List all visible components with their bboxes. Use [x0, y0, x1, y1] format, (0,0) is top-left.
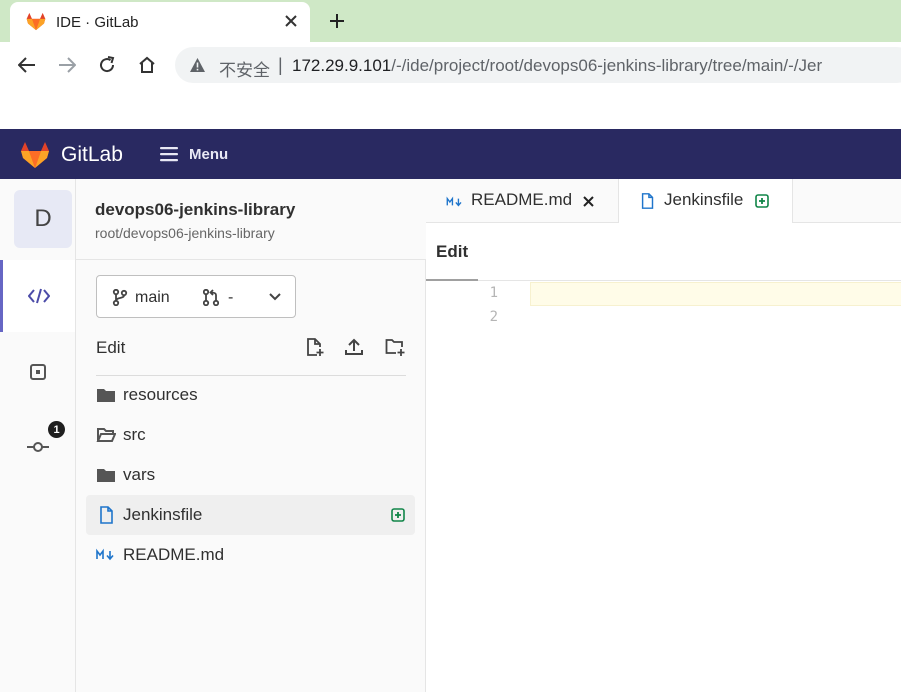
project-path[interactable]: root/devops06-jenkins-library [95, 225, 275, 241]
file-tree-panel: main - Edit resources src vars Jenkinsfi… [76, 260, 426, 692]
gitlab-brand[interactable]: GitLab [61, 143, 123, 167]
browser-tab-strip: IDE · GitLab [0, 0, 901, 42]
forward-arrow-icon[interactable] [56, 54, 78, 76]
new-tab-plus-icon[interactable] [326, 10, 348, 32]
editor-tab-readme[interactable]: README.md [426, 179, 618, 223]
menu-button[interactable]: Menu [189, 146, 228, 163]
merge-request-value: - [228, 289, 234, 306]
editor-tabs: README.md Jenkinsfile [426, 179, 901, 224]
branch-dropdown[interactable]: main - [96, 275, 296, 318]
commit-icon [26, 442, 49, 452]
branch-name: main [135, 289, 170, 306]
tree-item-readme[interactable]: README.md [86, 535, 415, 575]
tree-item-label: resources [123, 385, 198, 404]
address-separator: | [278, 55, 283, 75]
editor-tab-label: README.md [471, 190, 573, 209]
browser-toolbar: 不安全 | 172.29.9.101/-/ide/project/root/de… [0, 42, 901, 88]
project-header: devops06-jenkins-library root/devops06-j… [76, 179, 426, 260]
tab-edit-label: Edit [436, 242, 469, 261]
project-name[interactable]: devops06-jenkins-library [95, 200, 295, 220]
file-tree-title: Edit [96, 338, 126, 357]
file-icon [641, 193, 654, 209]
url-path: /-/ide/project/root/devops06-jenkins-lib… [391, 56, 823, 75]
code-editor[interactable]: 1 2 [426, 281, 901, 692]
gitlab-favicon-icon [26, 12, 46, 31]
tree-item-label: src [123, 425, 146, 444]
review-icon [29, 364, 46, 380]
activity-review[interactable] [0, 336, 75, 408]
tree-item-vars[interactable]: vars [86, 455, 415, 495]
tree-item-label: README.md [123, 545, 225, 564]
close-icon[interactable] [580, 193, 596, 209]
editor-mode-bar: Edit [426, 223, 901, 281]
code-icon [28, 288, 50, 304]
url-text: 172.29.9.101/-/ide/project/root/devops06… [292, 56, 822, 76]
file-added-icon [755, 194, 769, 208]
browser-tab[interactable]: IDE · GitLab [10, 2, 310, 42]
tree-item-label: vars [123, 465, 156, 484]
address-bar[interactable]: 不安全 | 172.29.9.101/-/ide/project/root/de… [175, 47, 901, 83]
security-status: 不安全 [219, 61, 270, 80]
commit-count-badge: 1 [48, 421, 65, 438]
file-icon [100, 506, 113, 524]
close-icon[interactable] [280, 10, 302, 32]
tree-item-resources[interactable]: resources [86, 375, 415, 415]
hamburger-menu-icon[interactable] [160, 146, 178, 162]
chevron-down-icon [269, 293, 281, 301]
markdown-icon [446, 196, 462, 207]
editor-tab-label: Jenkinsfile [664, 190, 744, 209]
browser-tab-title: IDE · GitLab [56, 14, 139, 31]
new-file-icon[interactable] [304, 336, 326, 358]
reload-icon[interactable] [96, 54, 118, 76]
tree-item-src[interactable]: src [86, 415, 415, 455]
tab-edit[interactable]: Edit [426, 223, 478, 281]
tree-item-label: Jenkinsfile [123, 505, 203, 524]
folder-open-icon [96, 428, 116, 442]
activity-edit[interactable] [0, 260, 75, 332]
project-avatar[interactable]: D [14, 190, 72, 248]
merge-request-icon [203, 289, 219, 306]
editor-tab-jenkinsfile[interactable]: Jenkinsfile [618, 179, 793, 224]
ide-activity-bar: D 1 [0, 179, 76, 692]
gitlab-header: GitLab Menu [0, 129, 901, 179]
new-folder-icon[interactable] [384, 336, 406, 358]
branch-icon [112, 289, 128, 306]
current-line-highlight [530, 282, 901, 306]
home-icon[interactable] [136, 54, 158, 76]
warning-triangle-icon[interactable] [189, 57, 206, 73]
line-number: 1 [489, 285, 498, 301]
tree-item-jenkinsfile[interactable]: Jenkinsfile [86, 495, 415, 535]
upload-icon[interactable] [343, 336, 365, 358]
gitlab-logo-icon[interactable] [20, 141, 50, 169]
back-arrow-icon[interactable] [16, 54, 38, 76]
folder-icon [97, 389, 115, 402]
file-added-icon [391, 508, 405, 522]
activity-commit[interactable] [0, 411, 75, 483]
file-tree-header: Edit [96, 336, 406, 376]
folder-icon [97, 469, 115, 482]
markdown-icon [96, 548, 114, 561]
url-host: 172.29.9.101 [292, 56, 392, 75]
line-number: 2 [489, 309, 498, 325]
